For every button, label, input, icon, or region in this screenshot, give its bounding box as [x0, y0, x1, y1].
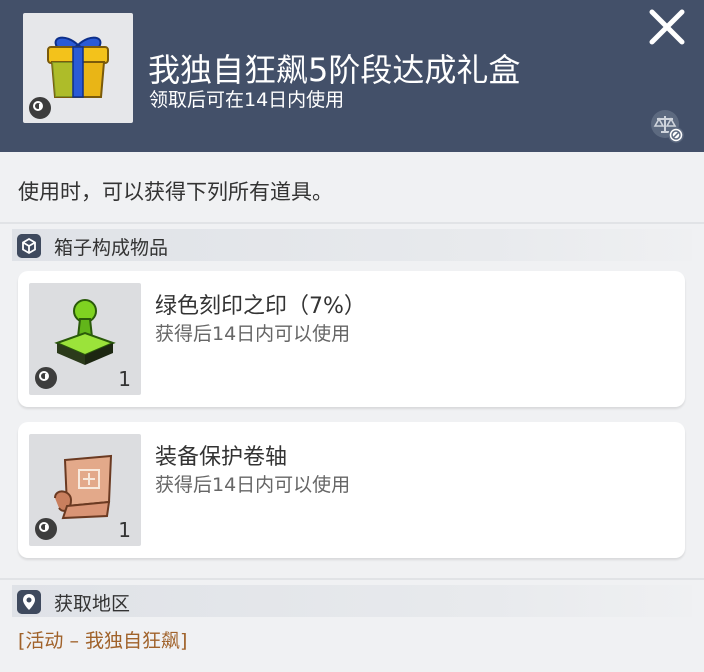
- box-contents-header: 箱子构成物品: [12, 229, 692, 261]
- scroll-icon: [54, 454, 113, 520]
- trade-restricted-icon: [651, 110, 684, 143]
- item-quantity: 1: [118, 518, 131, 542]
- box-contents-label: 箱子构成物品: [54, 237, 169, 259]
- clock-icon: [33, 516, 59, 542]
- item-header: 我独自狂飙5阶段达成礼盒 领取后可在14日内使用: [0, 0, 704, 152]
- item-icon-frame: 1: [29, 283, 141, 395]
- gift-box-icon-frame: [23, 13, 133, 123]
- item-quantity: 1: [118, 367, 131, 391]
- divider: [0, 222, 704, 224]
- item-name: 绿色刻印之印（7%）: [155, 294, 366, 319]
- divider: [0, 578, 704, 580]
- item-expiry-note: 领取后可在14日内使用: [149, 89, 345, 111]
- item-icon-frame: 1: [29, 434, 141, 546]
- usage-description: 使用时，可以获得下列所有道具。: [18, 180, 333, 204]
- clock-icon: [33, 365, 59, 391]
- item-expiry: 获得后14日内可以使用: [155, 474, 351, 496]
- location-label: 获取地区: [54, 593, 131, 615]
- map-pin-icon: [17, 590, 41, 614]
- green-stamp-icon: [54, 299, 116, 365]
- item-expiry: 获得后14日内可以使用: [155, 323, 351, 345]
- clock-icon: [27, 95, 53, 121]
- list-item[interactable]: 1 绿色刻印之印（7%） 获得后14日内可以使用: [18, 271, 685, 407]
- close-icon[interactable]: [648, 8, 686, 46]
- cube-icon: [17, 234, 41, 258]
- list-item[interactable]: 1 装备保护卷轴 获得后14日内可以使用: [18, 422, 685, 558]
- acquisition-location: [活动 – 我独自狂飙]: [18, 630, 188, 652]
- item-name: 装备保护卷轴: [155, 445, 288, 470]
- location-header: 获取地区: [12, 585, 692, 617]
- gift-box-icon: [47, 36, 109, 98]
